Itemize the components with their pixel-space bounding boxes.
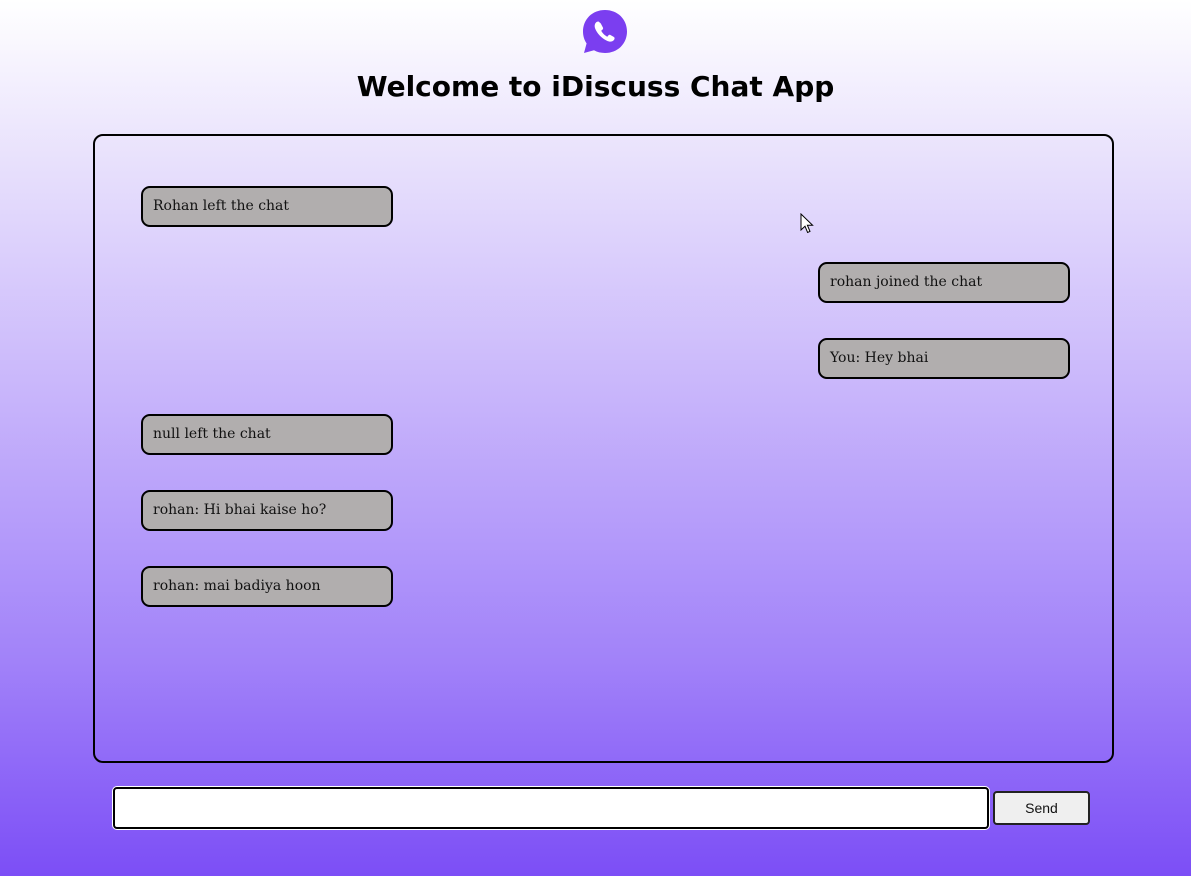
chat-message-left: null left the chat — [141, 414, 393, 455]
chat-message-left: rohan: Hi bhai kaise ho? — [141, 490, 393, 531]
chat-message-right: You: Hey bhai — [818, 338, 1070, 379]
page-title: Welcome to iDiscuss Chat App — [356, 70, 835, 103]
send-form: Send — [113, 787, 1093, 829]
mouse-pointer-icon — [800, 213, 814, 234]
whatsapp-logo-icon — [583, 10, 627, 53]
message-input[interactable] — [113, 787, 989, 829]
send-button[interactable]: Send — [993, 791, 1090, 825]
chat-container[interactable]: Rohan left the chat rohan joined the cha… — [93, 134, 1114, 763]
chat-message-left: rohan: mai badiya hoon — [141, 566, 393, 607]
chat-message-right: rohan joined the chat — [818, 262, 1070, 303]
chat-message-left: Rohan left the chat — [141, 186, 393, 227]
